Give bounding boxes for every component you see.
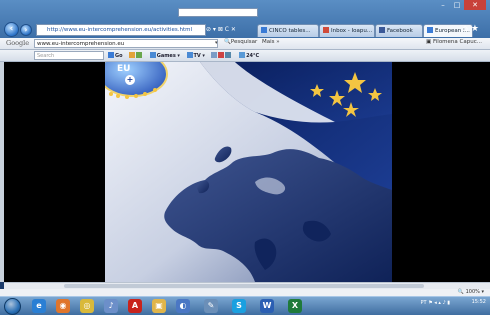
addon-more-icons[interactable]: [211, 52, 232, 59]
addon-go-button[interactable]: Go: [108, 52, 123, 59]
google-field-value: www.eu-intercomprehension.eu: [37, 41, 125, 47]
page-right-panel: [392, 62, 490, 282]
horizontal-scrollbar[interactable]: [4, 282, 490, 289]
addon-toolbar: Search Go Games ▾ TV ▾ 24°C: [0, 50, 490, 62]
google-toolbar: Google www.eu-intercomprehension.eu ▾ 🔍P…: [0, 38, 490, 50]
system-tray: PT ⚑ ◂ ▴ ♪ ▮: [421, 300, 450, 306]
google-search-field[interactable]: www.eu-intercomprehension.eu: [34, 39, 218, 48]
address-text: http://www.eu-intercomprehension.eu/acti…: [47, 27, 193, 33]
addon-games-button[interactable]: Games ▾: [149, 52, 180, 59]
go-icon: [108, 52, 114, 58]
back-button[interactable]: ‹: [4, 22, 19, 37]
clock-time: 15:52: [471, 299, 486, 305]
tab-label: Inbox - Ioapu...: [331, 28, 373, 34]
chevron-down-icon[interactable]: ▾: [215, 40, 218, 46]
google-more-button[interactable]: Mais »: [262, 39, 280, 45]
forward-button[interactable]: ›: [20, 24, 32, 36]
eu-logo-text: EU: [117, 64, 131, 74]
maximize-button[interactable]: □: [450, 0, 464, 10]
chrome-icon[interactable]: ◎: [80, 299, 94, 313]
browser-titlebar: – □ ✕ ‹ › http://www.eu-intercomprehension…: [0, 0, 490, 38]
weather-icon: [239, 52, 246, 58]
google-label: Google: [6, 39, 30, 47]
close-button[interactable]: ✕: [464, 0, 486, 10]
tab-favicon-icon: [261, 27, 267, 33]
toolbar-icon: [136, 52, 143, 58]
tv-icon: [186, 52, 193, 58]
tab-cinco[interactable]: CINCO tables...: [257, 24, 319, 37]
games-icon: [149, 52, 156, 58]
tab-favicon-icon: [427, 27, 433, 33]
ie-icon[interactable]: e: [32, 299, 46, 313]
title-search-box[interactable]: [178, 8, 258, 17]
google-search-label: Pesquisar: [230, 39, 258, 45]
itunes-icon[interactable]: ♪: [104, 299, 118, 313]
toolbar-icon: [129, 52, 136, 58]
addon-icons[interactable]: [129, 52, 143, 59]
google-search-button[interactable]: 🔍Pesquisar: [224, 39, 257, 45]
skype-icon[interactable]: S: [232, 299, 246, 313]
google-user-button[interactable]: ▣ Filomena Capuc...: [426, 39, 482, 45]
word-icon[interactable]: W: [260, 299, 274, 313]
page-left-panel: [4, 62, 105, 282]
europe-map-graphic: [105, 62, 392, 282]
clock[interactable]: 15:52: [472, 299, 486, 306]
zoom-level[interactable]: 🔍 100% ▾: [458, 289, 484, 295]
folder-icon[interactable]: ▣: [152, 299, 166, 313]
toolbar-icon: [211, 52, 218, 58]
facebook-icon: [379, 27, 385, 33]
minimize-button[interactable]: –: [436, 0, 450, 10]
addon-tv-button[interactable]: TV ▾: [186, 52, 205, 59]
start-button[interactable]: [4, 298, 21, 315]
home-star-icons[interactable]: ⌂★: [462, 24, 482, 34]
address-tools-icons: ⊘ ▾ ⊠ C ✕: [206, 26, 236, 33]
mail-icon: [323, 27, 329, 33]
addon-search-input[interactable]: Search: [34, 51, 104, 60]
window-controls: – □ ✕: [436, 0, 486, 12]
toolbar-icon: [218, 52, 225, 58]
pinned-icon[interactable]: ✎: [204, 299, 218, 313]
tab-inbox[interactable]: Inbox - Ioapu...: [319, 24, 375, 37]
toolbar-icon: [225, 52, 232, 58]
addon-search-placeholder: Search: [37, 53, 55, 59]
address-bar[interactable]: http://www.eu-intercomprehension.eu/acti…: [36, 24, 206, 36]
addon-weather-button[interactable]: 24°C: [239, 52, 259, 59]
tab-label: Facebook: [387, 28, 413, 34]
pdf-icon[interactable]: A: [128, 299, 142, 313]
eu-logo-plus: +: [125, 75, 135, 85]
addon-items: Go Games ▾ TV ▾ 24°C: [108, 52, 264, 59]
google-user-label: Filomena Capuc...: [433, 39, 482, 45]
zoom-value: 100%: [465, 289, 480, 295]
app-icon[interactable]: ◐: [176, 299, 190, 313]
scrollbar-thumb[interactable]: [64, 284, 424, 288]
tab-facebook[interactable]: Facebook: [375, 24, 423, 37]
windows-taskbar: e ◉ ◎ ♪ A ▣ ◐ ✎ S W X PT ⚑ ◂ ▴ ♪ ▮ 15:52: [0, 296, 490, 315]
tab-label: CINCO tables...: [269, 28, 311, 34]
tray-icons[interactable]: ⚑ ◂ ▴ ♪ ▮: [428, 300, 450, 306]
eu-banner-image: EU +: [105, 62, 392, 282]
excel-icon[interactable]: X: [288, 299, 302, 313]
firefox-icon[interactable]: ◉: [56, 299, 70, 313]
address-tools[interactable]: ⊘ ▾ ⊠ C ✕: [206, 24, 256, 36]
status-bar: 🔍 100% ▾: [0, 289, 490, 296]
language-indicator[interactable]: PT: [421, 300, 427, 306]
